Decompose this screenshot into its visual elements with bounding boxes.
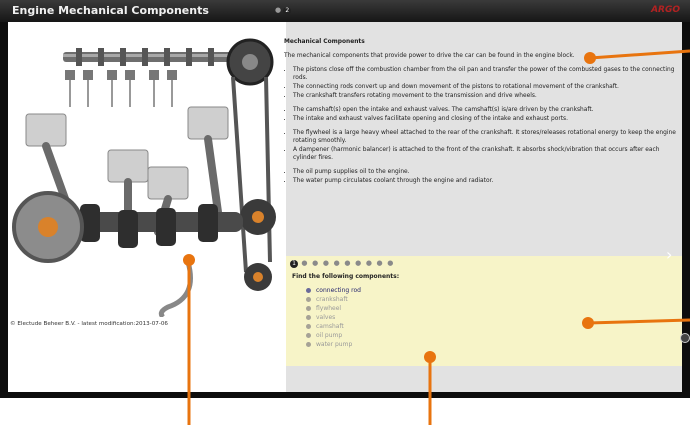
callout-dot bbox=[424, 351, 436, 363]
callout-line bbox=[587, 318, 690, 325]
callout-dot bbox=[584, 52, 596, 64]
callout-dot bbox=[183, 254, 195, 266]
callout-line bbox=[589, 49, 690, 60]
callout-dot bbox=[582, 317, 594, 329]
annotation-overlay bbox=[183, 49, 690, 425]
